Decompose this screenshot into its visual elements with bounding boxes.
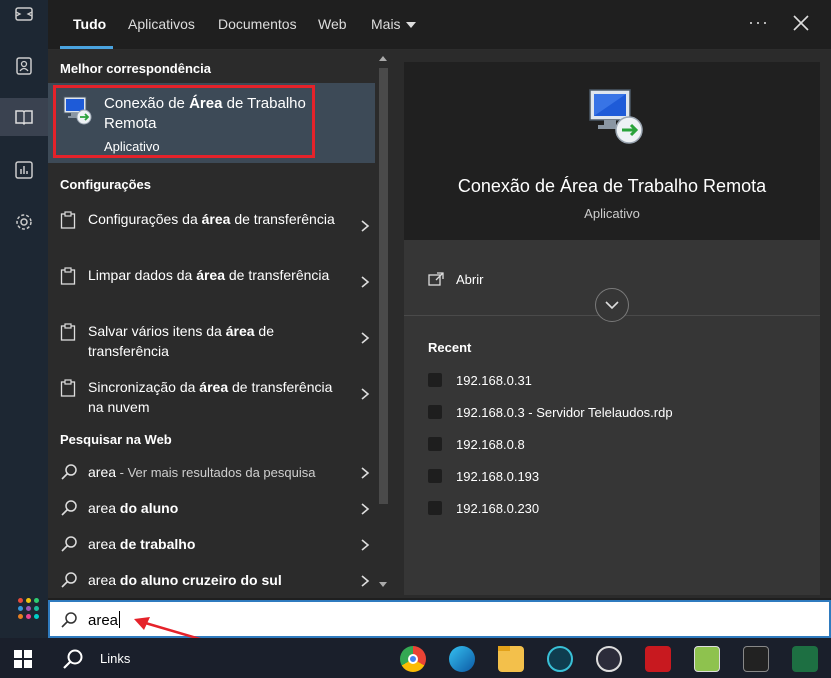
file-explorer-icon[interactable] [498, 646, 524, 672]
tab-more-label: Mais [371, 16, 401, 32]
search-icon [61, 612, 77, 628]
settings-item-label: Limpar dados da área de transferência [88, 267, 330, 283]
rdp-file-icon [428, 405, 442, 419]
more-options-button[interactable]: ··· [748, 12, 769, 33]
web-search-item[interactable]: area - Ver mais resultados da pesquisa [48, 459, 375, 489]
web-search-label: area do aluno [88, 500, 179, 516]
search-icon [61, 500, 77, 516]
settings-item-label: Configurações da área de transferência [88, 211, 335, 227]
open-window-icon [428, 272, 444, 286]
best-match-title: Conexão de Área de Trabalho Remota [104, 95, 306, 132]
search-icon [61, 536, 77, 552]
search-icon [61, 572, 77, 588]
scroll-down-icon[interactable] [379, 582, 387, 587]
chevron-right-icon [361, 220, 370, 232]
chevron-right-icon [361, 332, 370, 344]
section-settings: Configurações [60, 177, 152, 192]
web-search-label: area - Ver mais resultados da pesquisa [88, 464, 316, 480]
windows-start-icon[interactable] [14, 650, 32, 668]
search-icon [61, 464, 77, 480]
chevron-right-icon [361, 467, 370, 479]
vpn-lock-icon[interactable] [596, 646, 622, 672]
preview-header: Conexão de Área de Trabalho Remota Aplic… [404, 62, 820, 240]
preview-subtitle: Aplicativo [584, 206, 640, 221]
best-match-subtitle: Aplicativo [104, 139, 160, 154]
web-search-label: area de trabalho [88, 536, 196, 552]
section-best-match: Melhor correspondência [60, 61, 211, 76]
section-web-search: Pesquisar na Web [60, 432, 172, 447]
app-grid-icon[interactable] [18, 598, 40, 620]
clipboard-icon [60, 379, 76, 397]
taskbar-search-icon[interactable] [62, 648, 84, 670]
rdp-file-icon [428, 373, 442, 387]
web-search-label: area do aluno cruzeiro do sul [88, 572, 282, 588]
search-input[interactable]: area [88, 611, 121, 629]
contact-icon[interactable] [14, 56, 34, 76]
chevron-right-icon [361, 503, 370, 515]
recent-item[interactable]: 192.168.0.31 [428, 370, 808, 392]
acrobat-icon[interactable] [645, 646, 671, 672]
chrome-icon[interactable] [400, 646, 426, 672]
scroll-up-icon[interactable] [379, 56, 387, 61]
recent-item[interactable]: 192.168.0.193 [428, 466, 808, 488]
tab-all[interactable]: Tudo [73, 16, 106, 32]
preview-panel: Conexão de Área de Trabalho Remota Aplic… [392, 50, 831, 598]
settings-item[interactable]: Limpar dados da área de transferência [48, 263, 375, 319]
results-scrollbar[interactable] [375, 50, 392, 598]
chart-icon[interactable] [14, 160, 34, 180]
news-feed-icon[interactable] [14, 4, 34, 24]
tab-more[interactable]: Mais [371, 16, 416, 32]
taskbar-links[interactable]: Links [100, 651, 130, 666]
terminal-app-icon[interactable] [743, 646, 769, 672]
chevron-right-icon [361, 276, 370, 288]
notepad-plus-icon[interactable] [694, 646, 720, 672]
recent-item[interactable]: 192.168.0.3 - Servidor Telelaudos.rdp [428, 402, 808, 424]
rdp-file-icon [428, 437, 442, 451]
rdp-file-icon [428, 501, 442, 515]
expand-button[interactable] [595, 288, 629, 322]
active-tab-indicator [60, 46, 113, 49]
remote-desktop-icon [63, 96, 92, 125]
chevron-down-icon [405, 22, 416, 29]
settings-item-label: Salvar vários itens da área de transferê… [88, 323, 275, 359]
chevron-right-icon [361, 575, 370, 587]
text-caret [119, 611, 121, 628]
open-label: Abrir [456, 272, 484, 287]
chevron-right-icon [361, 388, 370, 400]
clipboard-icon [60, 267, 76, 285]
search-box[interactable]: area [48, 600, 831, 638]
preview-card: Conexão de Área de Trabalho Remota Aplic… [404, 62, 820, 595]
recent-item[interactable]: 192.168.0.230 [428, 498, 808, 520]
search-tabs-bar: Tudo Aplicativos Documentos Web Mais ··· [48, 0, 831, 50]
settings-item[interactable]: Configurações da área de transferência [48, 207, 375, 263]
preview-title: Conexão de Área de Trabalho Remota [457, 176, 767, 196]
clipboard-icon [60, 323, 76, 341]
edge-icon[interactable] [449, 646, 475, 672]
tab-documents[interactable]: Documentos [218, 16, 297, 32]
web-search-item[interactable]: area do aluno cruzeiro do sul [48, 567, 375, 597]
rdp-file-icon [428, 469, 442, 483]
settings-item[interactable]: Salvar vários itens da área de transferê… [48, 319, 375, 375]
remote-desktop-icon [589, 89, 643, 144]
chevron-right-icon [361, 539, 370, 551]
results-list: Melhor correspondência Conexão de Área d… [48, 50, 375, 598]
tab-web[interactable]: Web [318, 16, 347, 32]
fingerprint-app-icon[interactable] [547, 646, 573, 672]
taskbar: Links [0, 638, 831, 678]
clipboard-icon [60, 211, 76, 229]
book-icon[interactable] [0, 98, 48, 136]
left-rail [0, 0, 48, 638]
web-search-item[interactable]: area de trabalho [48, 531, 375, 561]
recent-heading: Recent [428, 340, 472, 355]
web-search-item[interactable]: area do aluno [48, 495, 375, 525]
settings-item[interactable]: Sincronização da área de transferência n… [48, 375, 375, 431]
settings-item-label: Sincronização da área de transferência n… [88, 379, 333, 415]
excel-icon[interactable] [792, 646, 818, 672]
scroll-thumb[interactable] [379, 68, 388, 504]
chevron-down-icon [605, 301, 619, 310]
close-icon[interactable] [792, 14, 810, 32]
gear-icon[interactable] [14, 212, 34, 232]
tab-apps[interactable]: Aplicativos [128, 16, 195, 32]
recent-item[interactable]: 192.168.0.8 [428, 434, 808, 456]
